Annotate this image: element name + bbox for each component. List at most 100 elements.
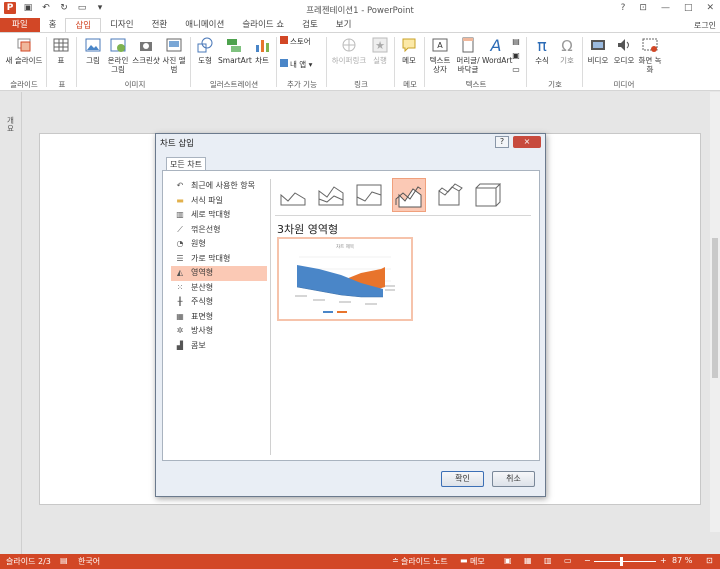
- symbol-button[interactable]: Ω 기호: [556, 36, 578, 65]
- 3d-stacked-area-subtype-icon: [438, 183, 463, 206]
- chart-button[interactable]: 차트: [252, 36, 272, 65]
- chart-type-surface[interactable]: ▦ 표면형: [171, 310, 267, 325]
- 3d-area-preview-graphic: 차트 제목: [295, 243, 395, 313]
- dialog-help-button[interactable]: ?: [495, 136, 509, 148]
- proofing-icon[interactable]: ▤: [60, 556, 68, 565]
- notes-icon: ≐: [392, 556, 399, 565]
- tab-animations[interactable]: 애니메이션: [176, 18, 233, 32]
- tab-insert[interactable]: 삽입: [65, 18, 102, 32]
- zoom-in-icon[interactable]: +: [660, 556, 667, 565]
- vertical-scrollbar[interactable]: [710, 92, 720, 532]
- ribbon-tabs: 파일 홈 삽입 디자인 전환 애니메이션 슬라이드 쇼 검토 보기 로그인: [0, 18, 720, 32]
- slideshow-view-icon[interactable]: ▭: [564, 556, 572, 565]
- stock-chart-icon: ╫: [177, 297, 183, 307]
- chart-type-templates[interactable]: ▬ 서식 파일: [171, 194, 267, 209]
- dialog-title: 차트 삽입: [160, 139, 194, 149]
- subtype-3d-area[interactable]: [392, 178, 426, 212]
- speaker-icon: [618, 39, 629, 51]
- normal-view-icon[interactable]: ▣: [504, 556, 512, 565]
- tab-review[interactable]: 검토: [293, 18, 327, 32]
- subtype-3d-stacked-area[interactable]: [435, 181, 463, 209]
- recent-icon: ↶: [176, 181, 184, 191]
- tab-home[interactable]: 홈: [40, 18, 66, 32]
- subtype-area[interactable]: [279, 181, 307, 209]
- comments-icon: ▬: [460, 556, 468, 565]
- ok-button[interactable]: 확인: [441, 471, 484, 487]
- screenshot-button[interactable]: 스크린샷: [132, 36, 160, 65]
- picture-button[interactable]: 그림: [82, 36, 104, 65]
- audio-button[interactable]: 오디오: [612, 36, 636, 65]
- slide-thumbnail-panel[interactable]: 개요: [0, 92, 22, 554]
- table-button[interactable]: 표: [50, 36, 72, 65]
- equation-button[interactable]: π 수식: [530, 36, 554, 65]
- slide-sorter-icon[interactable]: ▦: [524, 556, 532, 565]
- chart-type-pie[interactable]: ◔ 원형: [171, 237, 267, 252]
- chart-type-radar[interactable]: ✲ 방사형: [171, 324, 267, 339]
- header-footer-icon: [462, 37, 474, 53]
- dialog-close-button[interactable]: ×: [513, 136, 541, 148]
- my-apps-button[interactable]: 내 앱 ▾: [280, 59, 320, 69]
- table-icon: [53, 38, 69, 52]
- wordart-button[interactable]: A WordArt: [482, 36, 512, 65]
- svg-text:A: A: [490, 36, 502, 54]
- chart-type-column[interactable]: ▥ 세로 막대형: [171, 208, 267, 223]
- subtype-100-stacked-area[interactable]: [355, 181, 383, 209]
- combo-chart-icon: ▟: [176, 340, 184, 350]
- signin-link[interactable]: 로그인: [694, 20, 716, 31]
- tab-slideshow[interactable]: 슬라이드 쇼: [233, 18, 293, 32]
- fit-slide-icon[interactable]: ⊡: [706, 556, 713, 565]
- close-icon[interactable]: ✕: [706, 3, 714, 13]
- tab-design[interactable]: 디자인: [101, 18, 142, 32]
- notes-button[interactable]: 슬라이드 노트: [401, 556, 448, 567]
- ribbon-display-icon[interactable]: ⊡: [639, 3, 647, 13]
- chart-type-recent[interactable]: ↶ 최근에 사용한 항목: [171, 179, 267, 194]
- chart-type-area[interactable]: ◭ 영역형: [171, 266, 267, 281]
- smartart-button[interactable]: SmartArt: [218, 36, 252, 65]
- screen-recording-button[interactable]: 화면 녹화: [638, 36, 662, 74]
- zoom-out-icon[interactable]: −: [584, 556, 591, 565]
- chart-type-line[interactable]: ⟋ 꺾은선형: [171, 223, 267, 238]
- folder-icon: ▬: [176, 195, 184, 205]
- tab-file[interactable]: 파일: [0, 18, 40, 32]
- photo-album-button[interactable]: 사진 앨범: [162, 36, 186, 74]
- store-button[interactable]: 스토어: [280, 36, 320, 46]
- zoom-level[interactable]: 87 %: [672, 556, 692, 565]
- header-footer-button[interactable]: 머리글/바닥글: [454, 36, 482, 74]
- video-button[interactable]: 비디오: [586, 36, 610, 65]
- textbox-button[interactable]: A 텍스트 상자: [428, 36, 452, 74]
- chart-type-scatter[interactable]: ⁙ 분산형: [171, 281, 267, 296]
- cancel-button[interactable]: 취소: [492, 471, 535, 487]
- minimize-icon[interactable]: —: [661, 3, 670, 13]
- chart-type-combo[interactable]: ▟ 콤보: [171, 339, 267, 354]
- help-icon[interactable]: ?: [621, 3, 626, 13]
- tab-all-charts[interactable]: 모든 차트: [166, 157, 206, 171]
- text-extra-icons[interactable]: ▤ ▣ ▭: [510, 35, 522, 77]
- comments-button[interactable]: 메모: [470, 556, 485, 567]
- percent-stacked-area-subtype-icon: [356, 184, 382, 206]
- hyperlink-icon: [342, 38, 356, 52]
- column-chart-icon: ▥: [176, 210, 184, 220]
- scatter-chart-icon: ⁙: [176, 282, 184, 292]
- outline-label: 개요: [7, 116, 14, 133]
- zoom-slider-thumb[interactable]: [620, 557, 623, 566]
- comment-button[interactable]: 메모: [398, 36, 420, 65]
- tab-view[interactable]: 보기: [327, 18, 361, 32]
- hyperlink-button[interactable]: 하이퍼링크: [330, 36, 368, 65]
- subtype-3d-100-stacked-area[interactable]: [473, 181, 502, 209]
- language-indicator[interactable]: 한국어: [78, 556, 100, 567]
- maximize-icon[interactable]: □: [684, 3, 693, 13]
- video-icon: [591, 40, 605, 50]
- new-slide-button[interactable]: 새 슬라이드: [4, 36, 44, 65]
- reading-view-icon[interactable]: ▥: [544, 556, 552, 565]
- action-button[interactable]: ★ 실행: [370, 36, 390, 65]
- online-picture-button[interactable]: 온라인 그림: [106, 36, 130, 74]
- svg-text:A: A: [437, 41, 443, 50]
- tab-transitions[interactable]: 전환: [143, 18, 177, 32]
- subtype-stacked-area[interactable]: [317, 181, 345, 209]
- shapes-button[interactable]: 도형: [194, 36, 216, 65]
- chart-preview[interactable]: 차트 제목: [277, 237, 413, 321]
- zoom-slider[interactable]: [594, 561, 656, 562]
- chart-type-bar[interactable]: ☰ 가로 막대형: [171, 252, 267, 267]
- scrollbar-thumb[interactable]: [712, 238, 718, 378]
- chart-type-stock[interactable]: ╫ 주식형: [171, 295, 267, 310]
